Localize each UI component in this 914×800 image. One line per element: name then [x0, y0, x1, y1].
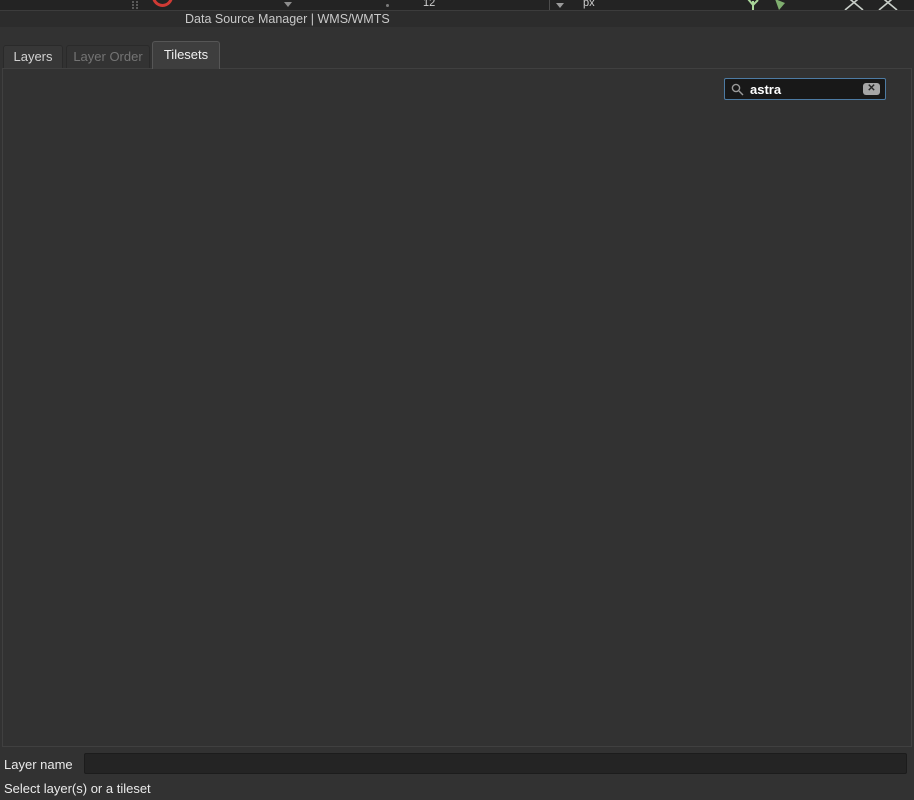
layer-name-input[interactable]	[84, 753, 907, 774]
tab-layer-order[interactable]: Layer Order	[66, 45, 150, 68]
search-icon	[731, 83, 744, 96]
toolbar-grip-icon[interactable]	[132, 1, 134, 3]
tilesets-pane	[2, 68, 912, 747]
search-box: ✕	[724, 78, 886, 100]
font-size-value[interactable]: 12	[423, 0, 435, 9]
tab-tilesets[interactable]: Tilesets	[152, 41, 220, 69]
layer-name-label: Layer name	[4, 757, 73, 772]
dot-icon	[386, 4, 389, 7]
dialog-title-bar: Data Source Manager | WMS/WMTS	[0, 10, 914, 27]
combo-dropdown-arrow-icon[interactable]	[556, 3, 564, 8]
combo-separator	[549, 0, 550, 10]
background-app-toolbar: 12 px	[0, 0, 914, 10]
tab-layers-label: Layers	[13, 49, 52, 64]
search-input[interactable]	[750, 80, 858, 98]
unit-label: px	[583, 0, 595, 9]
clear-search-icon[interactable]: ✕	[863, 83, 880, 95]
tab-layer-order-label: Layer Order	[73, 49, 142, 64]
status-text: Select layer(s) or a tileset	[4, 781, 151, 796]
dropdown-arrow-icon[interactable]	[284, 2, 292, 7]
tab-tilesets-label: Tilesets	[164, 47, 208, 62]
vegetation-icons[interactable]	[745, 0, 807, 10]
data-source-manager-dialog: 12 px Data Source Manager | WMS/WMTS Lay…	[0, 0, 914, 800]
cross-icons[interactable]	[843, 0, 909, 10]
red-ring-icon[interactable]	[152, 0, 173, 7]
dialog-title: Data Source Manager | WMS/WMTS	[185, 12, 390, 27]
tab-layers[interactable]: Layers	[3, 45, 63, 68]
